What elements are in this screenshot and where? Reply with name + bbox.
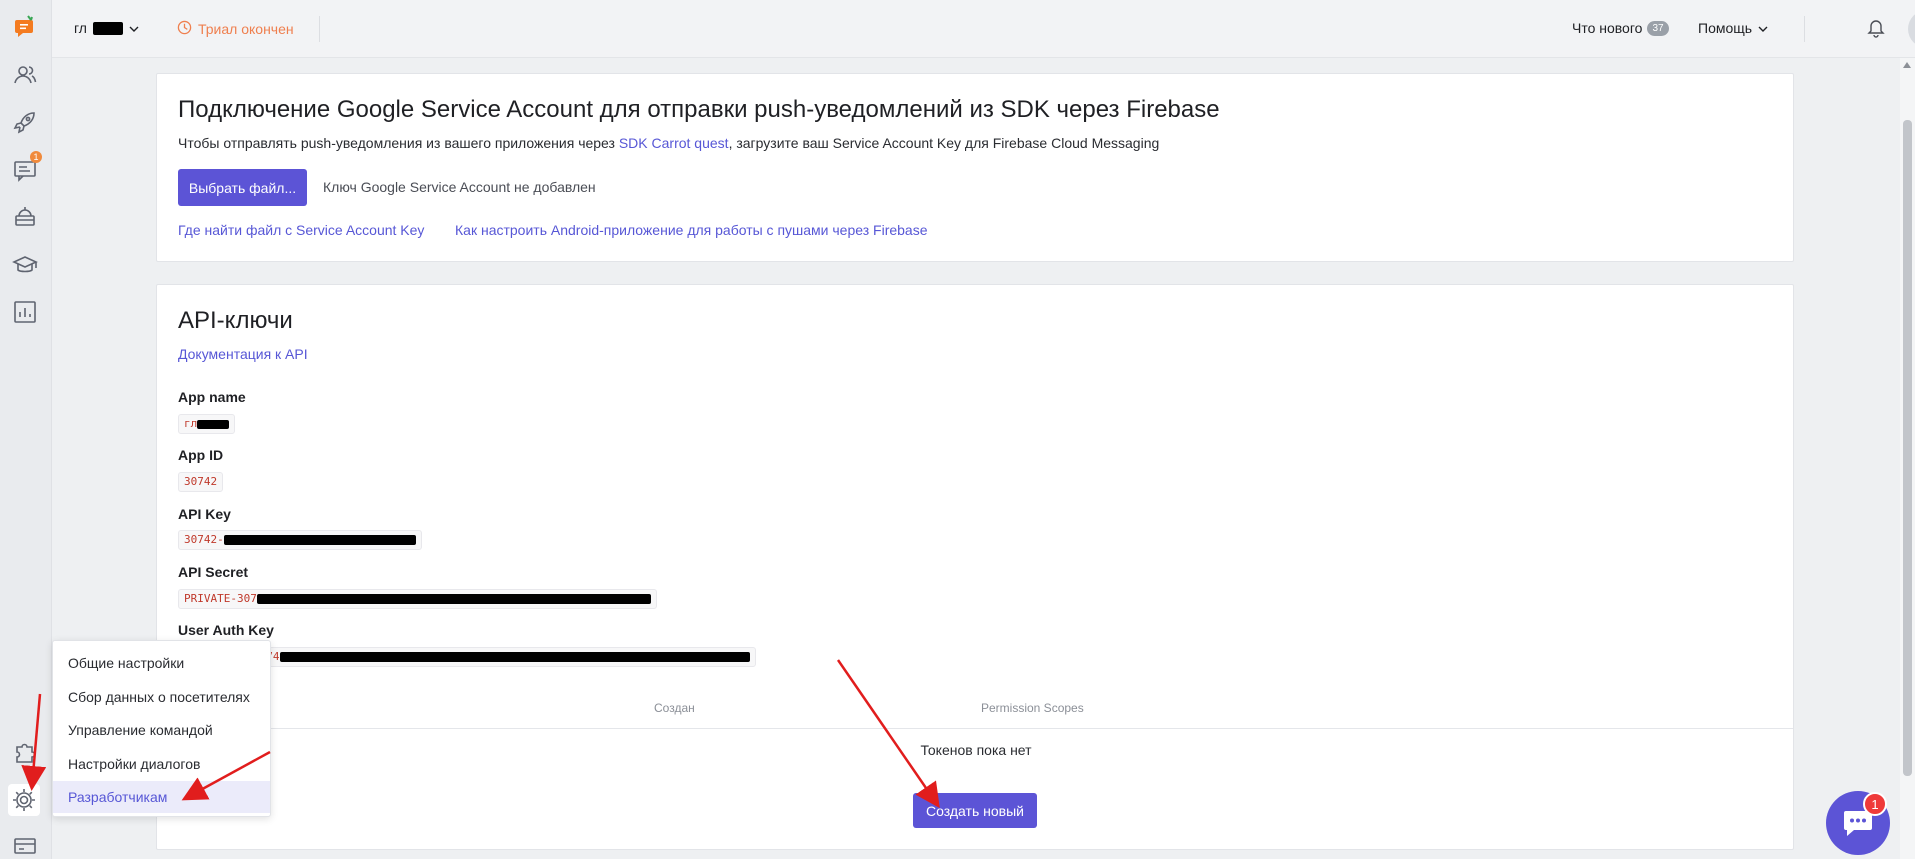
- clock-icon: [177, 20, 192, 38]
- api-docs-link[interactable]: Документация к API: [178, 346, 308, 362]
- redaction-mark: [256, 594, 651, 604]
- col-created-header: Создан: [654, 701, 695, 715]
- menu-item-dialog-settings[interactable]: Настройки диалогов: [53, 748, 270, 780]
- android-setup-link[interactable]: Как настроить Android-приложение для раб…: [455, 222, 928, 238]
- chat-unread-badge: 1: [1863, 792, 1887, 816]
- chevron-down-icon: [1758, 20, 1768, 36]
- empty-tokens-text: Токенов пока нет: [920, 742, 1032, 758]
- sdk-carrot-quest-link[interactable]: SDK Carrot quest: [619, 135, 729, 151]
- academy-icon[interactable]: [10, 250, 40, 280]
- api-key-label: API Key: [178, 506, 231, 522]
- user-auth-key-label: User Auth Key: [178, 622, 274, 638]
- choose-file-button[interactable]: Выбрать файл...: [178, 169, 307, 206]
- menu-item-developers[interactable]: Разработчикам: [53, 781, 270, 813]
- integrations-puzzle-icon[interactable]: [10, 737, 40, 767]
- firebase-description: Чтобы отправлять push-уведомления из ваш…: [178, 135, 1159, 151]
- topbar: гл Триал окончен Что нового 37 Помощь: [52, 0, 1915, 58]
- api-secret-label: API Secret: [178, 564, 249, 580]
- redaction-mark: [279, 652, 750, 662]
- chevron-down-icon: [129, 20, 139, 36]
- desc-text: Чтобы отправлять push-уведомления из ваш…: [178, 135, 619, 151]
- redaction-mark: [223, 535, 416, 545]
- help-menu[interactable]: Помощь: [1698, 20, 1768, 36]
- avatar[interactable]: [1908, 10, 1915, 48]
- menu-item-general-settings[interactable]: Общие настройки: [53, 647, 270, 679]
- api-secret-text: PRIVATE-307: [184, 592, 257, 605]
- notifications-bell-icon[interactable]: [1867, 18, 1885, 43]
- sidebar: 1: [0, 0, 52, 859]
- menu-item-visitor-data[interactable]: Сбор данных о посетителях: [53, 681, 270, 713]
- whats-new-count: 37: [1647, 20, 1669, 36]
- file-status-text: Ключ Google Service Account не добавлен: [323, 179, 596, 195]
- whats-new-button[interactable]: Что нового 37: [1572, 20, 1669, 36]
- bot-icon[interactable]: [10, 202, 40, 232]
- table-header-divider: [157, 728, 1793, 729]
- trial-status-label: Триал окончен: [198, 21, 294, 37]
- redaction-mark: [197, 419, 230, 429]
- find-service-account-key-link[interactable]: Где найти файл с Service Account Key: [178, 222, 424, 238]
- app-name-label: App name: [178, 389, 246, 405]
- help-label: Помощь: [1698, 20, 1753, 36]
- app-name-value: гл: [178, 414, 236, 434]
- create-new-token-button[interactable]: Создать новый: [913, 793, 1037, 828]
- api-key-text: 30742-: [184, 533, 224, 546]
- desc-text: , загрузите ваш Service Account Key для …: [728, 135, 1160, 151]
- firebase-section: Подключение Google Service Account для о…: [156, 73, 1794, 262]
- conversations-badge: 1: [30, 151, 42, 163]
- project-selector[interactable]: гл: [74, 20, 139, 36]
- menu-item-team-management[interactable]: Управление командой: [53, 714, 270, 746]
- user-auth-key-value: 3074: [247, 647, 756, 667]
- carrot-logo-icon[interactable]: [10, 12, 40, 42]
- scroll-up-arrow-icon[interactable]: [1903, 62, 1911, 68]
- api-key-value: 30742-: [178, 530, 422, 550]
- project-name: гл: [74, 20, 87, 36]
- firebase-section-title: Подключение Google Service Account для о…: [178, 96, 1220, 123]
- billing-card-icon[interactable]: [10, 831, 40, 859]
- col-scopes-header: Permission Scopes: [981, 701, 1084, 715]
- divider: [1804, 16, 1805, 42]
- api-keys-section: API-ключи Документация к API App name гл…: [156, 284, 1794, 850]
- whats-new-label: Что нового: [1572, 20, 1643, 36]
- app-id-value: 30742: [178, 472, 224, 492]
- settings-menu: Общие настройки Сбор данных о посетителя…: [52, 640, 271, 817]
- page-scrollbar[interactable]: [1900, 58, 1915, 859]
- api-secret-value: PRIVATE-307: [178, 589, 657, 609]
- divider: [319, 16, 320, 42]
- app-id-label: App ID: [178, 447, 224, 463]
- settings-gear-icon[interactable]: [8, 784, 40, 816]
- app-name-text: гл: [184, 417, 198, 430]
- trial-status[interactable]: Триал окончен: [177, 20, 294, 38]
- rocket-icon[interactable]: [10, 107, 40, 137]
- users-icon[interactable]: [10, 60, 40, 90]
- reports-icon[interactable]: [10, 297, 40, 327]
- api-keys-title: API-ключи: [178, 307, 293, 334]
- redaction-mark: [92, 21, 123, 35]
- scrollbar-thumb[interactable]: [1903, 120, 1912, 776]
- conversations-icon[interactable]: 1: [10, 151, 42, 185]
